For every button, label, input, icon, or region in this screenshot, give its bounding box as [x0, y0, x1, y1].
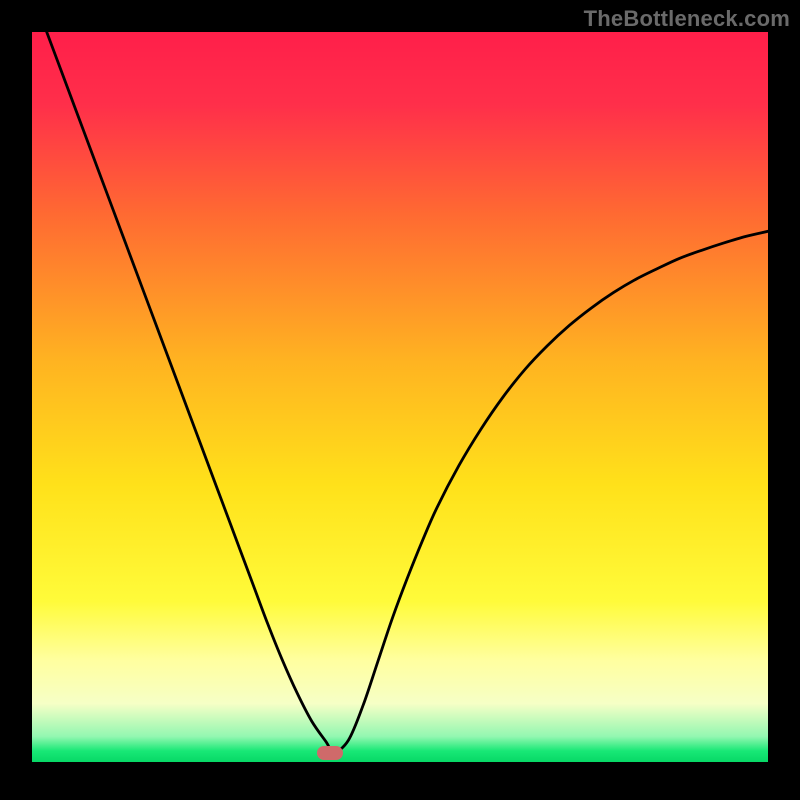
- optimum-marker: [317, 746, 343, 760]
- bottleneck-curve: [32, 32, 768, 762]
- plot-area: [32, 32, 768, 762]
- attribution-watermark: TheBottleneck.com: [584, 6, 790, 32]
- chart-frame: TheBottleneck.com: [0, 0, 800, 800]
